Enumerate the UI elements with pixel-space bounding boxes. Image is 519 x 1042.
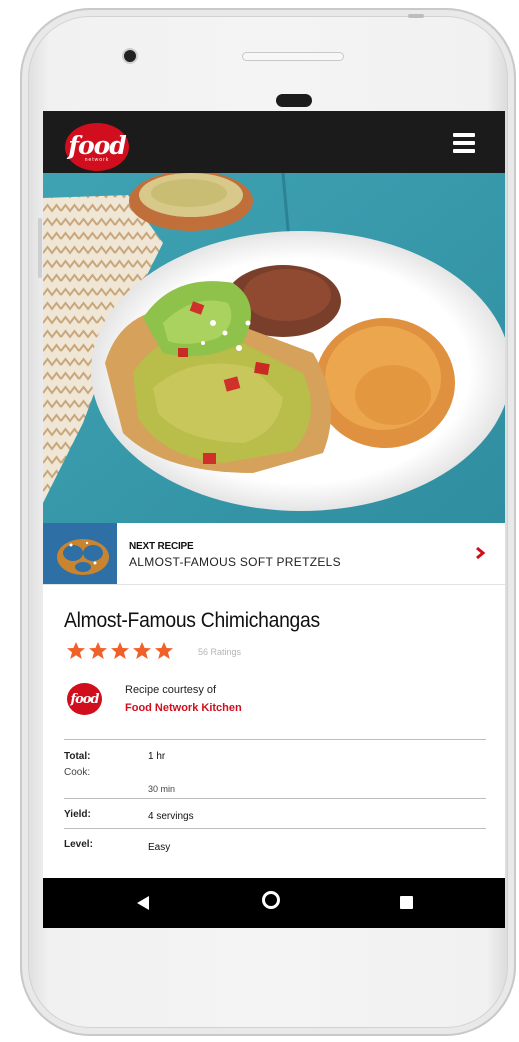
earpiece-speaker: [242, 52, 344, 61]
chevron-right-icon[interactable]: [473, 545, 487, 561]
total-value: 1 hr: [148, 751, 166, 762]
logo-subtext: network: [84, 157, 110, 163]
recipe-hero-image: [43, 173, 505, 523]
source-logo: food: [67, 683, 102, 715]
recents-icon[interactable]: [400, 896, 413, 909]
cook-label: Cook:: [64, 767, 91, 778]
cook-value: 30 min: [148, 784, 176, 794]
next-recipe-banner[interactable]: NEXT RECIPE ALMOST-FAMOUS SOFT PRETZELS: [43, 523, 505, 585]
divider: [64, 739, 486, 740]
logo-wordmark: food: [68, 131, 127, 160]
ratings-count[interactable]: 56 Ratings: [198, 647, 241, 657]
level-value: Easy: [148, 842, 171, 853]
volume-button: [38, 218, 42, 278]
back-icon[interactable]: [137, 896, 149, 910]
star-icon: [155, 642, 173, 659]
proximity-sensor: [276, 94, 312, 107]
recipe-details: Almost-Famous Chimichangas 56 Ratings fo…: [43, 585, 505, 879]
star-icon: [111, 642, 129, 659]
level-label: Level:: [64, 839, 93, 850]
yield-value: 4 servings: [148, 811, 194, 822]
recipe-title: Almost-Famous Chimichangas: [64, 609, 320, 632]
power-button: [408, 14, 424, 18]
menu-icon[interactable]: [453, 133, 475, 153]
home-icon[interactable]: [262, 891, 280, 909]
total-label: Total:: [64, 751, 91, 762]
food-network-logo[interactable]: food network: [65, 123, 129, 171]
next-recipe-thumbnail: [43, 523, 117, 584]
star-rating[interactable]: [66, 641, 174, 661]
system-nav-bar: [43, 878, 505, 928]
yield-label: Yield:: [64, 809, 91, 820]
divider: [64, 828, 486, 829]
source-logo-text: food: [70, 691, 99, 707]
author-link[interactable]: Food Network Kitchen: [125, 702, 242, 714]
app-header: food network: [43, 111, 505, 173]
courtesy-label: Recipe courtesy of: [125, 684, 217, 696]
front-camera: [124, 50, 136, 62]
phone-screen: food network NEXT RECIPE ALMOST-FAMOUS S…: [43, 111, 505, 928]
star-icon: [89, 642, 107, 659]
next-recipe-kicker: NEXT RECIPE: [129, 541, 194, 552]
star-icon: [67, 642, 85, 659]
next-recipe-title: ALMOST-FAMOUS SOFT PRETZELS: [129, 555, 341, 569]
divider: [64, 798, 486, 799]
star-icon: [133, 642, 151, 659]
